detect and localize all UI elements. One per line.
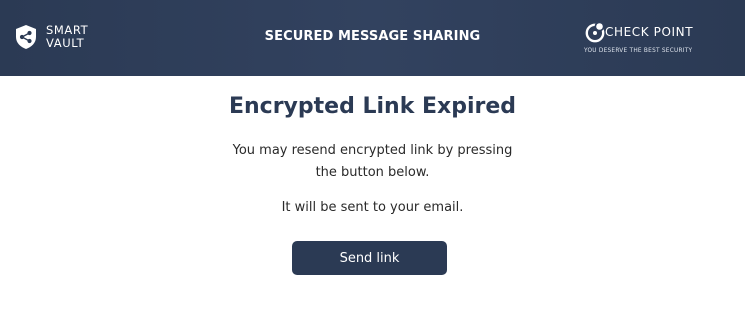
check-point-logo: CHECK POINT YOU DESERVE THE BEST SECURIT… <box>584 20 704 60</box>
top-header: SMART VAULT SECURED MESSAGE SHARING CHEC… <box>0 0 745 76</box>
email-notice: It will be sent to your email. <box>281 200 464 215</box>
check-point-name: CHECK POINT <box>605 25 694 39</box>
resend-instructions: You may resend encrypted link by pressin… <box>232 143 513 180</box>
page-title: Encrypted Link Expired <box>228 94 517 119</box>
check-point-mark-icon <box>585 21 605 43</box>
check-point-tagline: YOU DESERVE THE BEST SECURITY <box>584 48 693 54</box>
send-link-button[interactable]: Send link <box>292 241 447 275</box>
